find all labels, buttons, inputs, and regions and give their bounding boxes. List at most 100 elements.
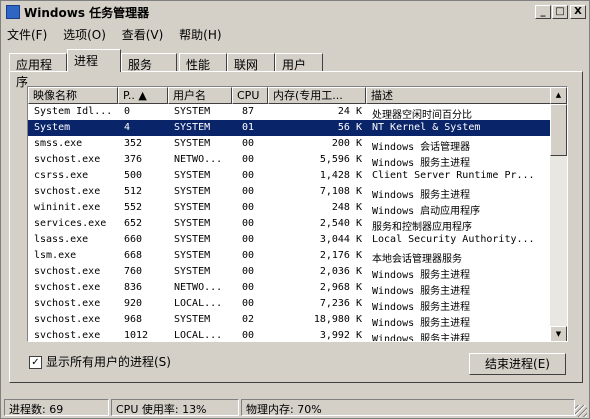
cell-memory: 2,176 K <box>319 250 362 261</box>
cell-user: SYSTEM <box>174 266 211 277</box>
menu-view[interactable]: 查看(V) <box>117 23 169 46</box>
column-pid[interactable]: P.. ▲ <box>118 87 168 104</box>
show-all-users-label: 显示所有用户的进程(S) <box>46 355 171 369</box>
vertical-scrollbar[interactable]: ▲ ▼ <box>550 87 567 341</box>
cell-pid: 920 <box>124 298 143 309</box>
table-row[interactable]: services.exe 652 SYSTEM 00 2,540 K 服务和控制器应用程序 <box>28 216 552 233</box>
cell-description: 服务和控制器应用程序 <box>372 222 472 233</box>
status-process-count: 进程数: 69 <box>4 399 109 416</box>
tab-performance[interactable]: 性能 <box>179 53 227 72</box>
status-memory: 物理内存: 70% <box>241 399 575 416</box>
minimize-button[interactable]: _ <box>535 5 551 19</box>
cell-description: Windows 服务主进程 <box>372 270 471 281</box>
tab-networking[interactable]: 联网 <box>227 53 275 72</box>
task-manager-window: Windows 任务管理器 _ □ X 文件(F) 选项(O) 查看(V) 帮助… <box>0 0 590 419</box>
cell-cpu: 00 <box>242 186 255 197</box>
end-process-button[interactable]: 结束进程(E) <box>469 353 566 375</box>
cell-image-name: smss.exe <box>34 138 83 149</box>
menu-help[interactable]: 帮助(H) <box>174 23 226 46</box>
tab-processes[interactable]: 进程 <box>67 49 121 72</box>
cell-image-name: svchost.exe <box>34 154 101 165</box>
process-list[interactable]: 映像名称 P.. ▲ 用户名 CPU 内存(专用工... 描述 System I… <box>27 86 568 342</box>
cell-image-name: System <box>34 122 71 133</box>
table-row[interactable]: svchost.exe 760 SYSTEM 00 2,036 K Windows 服务主… <box>28 264 552 281</box>
tab-users[interactable]: 用户 <box>275 53 323 72</box>
tab-services[interactable]: 服务 <box>121 53 177 72</box>
table-row[interactable]: svchost.exe 512 SYSTEM 00 7,108 K Windows 服务主… <box>28 184 552 201</box>
close-button[interactable]: X <box>570 5 586 19</box>
cell-cpu: 00 <box>242 250 255 261</box>
cell-memory: 5,596 K <box>319 154 362 165</box>
tab-applications[interactable]: 应用程序 <box>9 53 67 89</box>
cell-description: 处理器空闲时间百分比 <box>372 110 472 121</box>
cell-pid: 552 <box>124 202 143 213</box>
scroll-down-arrow-icon[interactable]: ▼ <box>550 326 567 341</box>
table-row[interactable]: svchost.exe 1012 LOCAL... 00 3,992 K Windows … <box>28 328 552 342</box>
column-user[interactable]: 用户名 <box>168 87 232 104</box>
cell-user: SYSTEM <box>174 106 211 117</box>
resize-grip[interactable] <box>575 405 587 417</box>
cell-memory: 18,980 K <box>313 314 362 325</box>
cell-user: SYSTEM <box>174 138 211 149</box>
menu-file[interactable]: 文件(F) <box>2 23 52 46</box>
table-row[interactable]: csrss.exe 500 SYSTEM 00 1,428 K Client Server… <box>28 168 552 184</box>
cell-description: Windows 会话管理器 <box>372 142 471 153</box>
cell-pid: 0 <box>124 106 131 117</box>
table-row[interactable]: lsm.exe 668 SYSTEM 00 2,176 K 本地会话管理器服务 <box>28 248 552 265</box>
cell-memory: 2,036 K <box>319 266 362 277</box>
status-bar: 进程数: 69 CPU 使用率: 13% 物理内存: 70% <box>2 397 588 418</box>
cell-memory: 2,540 K <box>319 218 362 229</box>
cell-memory: 2,968 K <box>319 282 362 293</box>
table-row[interactable]: System Idl... 0 SYSTEM 87 24 K 处理器空闲时间百分比 <box>28 104 552 121</box>
table-row[interactable]: svchost.exe 836 NETWO... 00 2,968 K Windows 服… <box>28 280 552 297</box>
cell-description: Windows 服务主进程 <box>372 334 471 342</box>
column-image-name[interactable]: 映像名称 <box>28 87 118 104</box>
table-row[interactable]: svchost.exe 920 LOCAL... 00 7,236 K Windows 服… <box>28 296 552 313</box>
cell-memory: 7,108 K <box>319 186 362 197</box>
list-header: 映像名称 P.. ▲ 用户名 CPU 内存(专用工... 描述 <box>28 87 552 104</box>
table-row[interactable]: svchost.exe 376 NETWO... 00 5,596 K Windows 服… <box>28 152 552 169</box>
process-rows: System Idl... 0 SYSTEM 87 24 K 处理器空闲时间百分比 Syst… <box>28 104 552 342</box>
cell-user: SYSTEM <box>174 122 211 133</box>
table-row[interactable]: lsass.exe 660 SYSTEM 00 3,044 K Local Securit… <box>28 232 552 248</box>
cell-user: LOCAL... <box>174 298 223 309</box>
scrollbar-thumb[interactable] <box>550 104 567 156</box>
show-all-users-checkbox[interactable]: ✓ <box>29 356 42 369</box>
column-description[interactable]: 描述 <box>366 87 552 104</box>
menu-bar: 文件(F) 选项(O) 查看(V) 帮助(H) <box>2 23 588 43</box>
cell-cpu: 00 <box>242 154 255 165</box>
cell-image-name: csrss.exe <box>34 170 89 181</box>
cell-pid: 760 <box>124 266 143 277</box>
window-title: Windows 任务管理器 <box>24 6 150 20</box>
menu-options[interactable]: 选项(O) <box>58 23 111 46</box>
cell-image-name: svchost.exe <box>34 314 101 325</box>
table-row[interactable]: smss.exe 352 SYSTEM 00 200 K Windows 会话管理器 <box>28 136 552 153</box>
cell-pid: 836 <box>124 282 143 293</box>
column-cpu[interactable]: CPU <box>232 87 268 104</box>
cell-cpu: 00 <box>242 202 255 213</box>
cell-user: SYSTEM <box>174 170 211 181</box>
status-cpu-usage: CPU 使用率: 13% <box>111 399 239 416</box>
title-bar[interactable]: Windows 任务管理器 _ □ X <box>2 2 588 22</box>
table-row[interactable]: System 4 SYSTEM 01 56 K NT Kernel & System <box>28 120 552 136</box>
cell-description: 本地会话管理器服务 <box>372 254 462 265</box>
maximize-button[interactable]: □ <box>552 5 568 19</box>
cell-pid: 660 <box>124 234 143 245</box>
cell-user: SYSTEM <box>174 250 211 261</box>
scroll-up-arrow-icon[interactable]: ▲ <box>550 87 567 104</box>
show-all-users-row[interactable]: ✓ 显示所有用户的进程(S) <box>29 353 171 370</box>
cell-memory: 1,428 K <box>319 170 362 181</box>
cell-description: Local Security Authority... <box>372 234 535 245</box>
cell-pid: 1012 <box>124 330 149 341</box>
table-row[interactable]: svchost.exe 968 SYSTEM 02 18,980 K Windows 服务… <box>28 312 552 329</box>
cell-image-name: svchost.exe <box>34 282 101 293</box>
cell-description: Client Server Runtime Pr... <box>372 170 535 181</box>
cell-user: NETWO... <box>174 154 223 165</box>
cell-image-name: wininit.exe <box>34 202 101 213</box>
cell-user: SYSTEM <box>174 314 211 325</box>
cell-user: SYSTEM <box>174 234 211 245</box>
cell-memory: 3,044 K <box>319 234 362 245</box>
table-row[interactable]: wininit.exe 552 SYSTEM 00 248 K Windows 启动应用程… <box>28 200 552 217</box>
column-memory[interactable]: 内存(专用工... <box>268 87 366 104</box>
cell-pid: 652 <box>124 218 143 229</box>
